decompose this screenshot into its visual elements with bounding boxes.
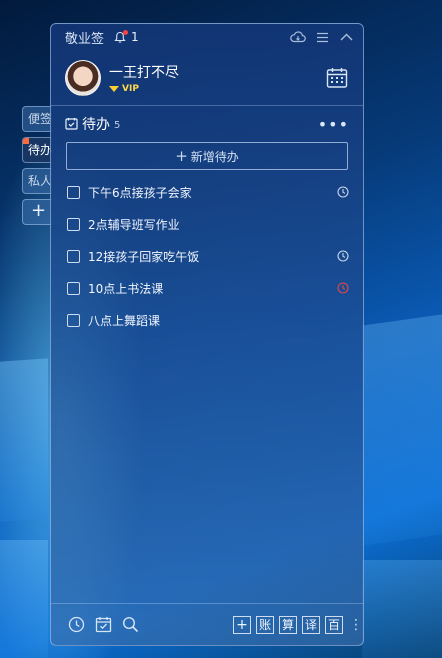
avatar[interactable]: [65, 59, 101, 96]
todo-checkbox[interactable]: [67, 313, 80, 327]
todo-checkbox[interactable]: [67, 281, 80, 295]
wallpaper-pane: [362, 560, 442, 658]
calendar-check-icon[interactable]: [94, 616, 112, 634]
footer-toolbar: + 账 算 译 百 ⋮: [51, 603, 363, 645]
todo-checkbox[interactable]: [67, 185, 80, 199]
list-item[interactable]: 下午6点接孩子会家: [51, 176, 363, 208]
sticky-note-panel: 敬业签 1 一王打不尽 VIP 待办 5 ••• + 新增待办 下午6点接孩子会…: [50, 23, 364, 646]
vip-badge[interactable]: VIP: [109, 84, 325, 94]
side-tab-private[interactable]: 私人: [22, 168, 52, 194]
bell-icon[interactable]: [114, 29, 129, 44]
calculator-tool-button[interactable]: 算: [279, 615, 297, 634]
add-todo-label: 新增待办: [190, 149, 239, 164]
wallpaper-pane: [0, 540, 48, 658]
accounting-tool-button[interactable]: 账: [256, 615, 274, 634]
todo-checkbox[interactable]: [67, 249, 80, 263]
list-item[interactable]: 12接孩子回家吃午饭: [51, 240, 363, 272]
user-row: 一王打不尽 VIP: [51, 50, 363, 106]
side-tab-notes[interactable]: 便签: [22, 106, 52, 132]
more-vertical-icon[interactable]: ⋮: [349, 618, 363, 632]
translate-tool-button[interactable]: 译: [302, 615, 320, 634]
todo-list: 下午6点接孩子会家 2点辅导班写作业 12接孩子回家吃午饭 10点上书法课 八点…: [51, 176, 363, 336]
todo-text: 下午6点接孩子会家: [88, 185, 192, 200]
notification-count: 1: [131, 30, 139, 44]
menu-icon[interactable]: [313, 28, 331, 46]
add-tool-button[interactable]: +: [233, 615, 251, 634]
notification-dot: [123, 29, 129, 35]
side-tab-add[interactable]: +: [22, 199, 52, 225]
todo-text: 八点上舞蹈课: [88, 313, 161, 328]
collapse-icon[interactable]: [337, 28, 355, 46]
checklist-icon: [65, 115, 78, 134]
list-item[interactable]: 八点上舞蹈课: [51, 304, 363, 336]
add-todo-button[interactable]: + 新增待办: [66, 142, 348, 170]
clock-icon[interactable]: [337, 186, 349, 198]
cloud-sync-icon[interactable]: [289, 28, 307, 46]
section-title: 待办: [82, 117, 110, 133]
user-name: 一王打不尽: [109, 64, 179, 81]
todo-checkbox[interactable]: [67, 217, 80, 231]
calendar-icon[interactable]: [325, 66, 349, 90]
clock-icon[interactable]: [337, 250, 349, 262]
list-item[interactable]: 2点辅导班写作业: [51, 208, 363, 240]
todo-text: 2点辅导班写作业: [88, 217, 180, 232]
clock-icon[interactable]: [67, 616, 85, 634]
section-count: 5: [114, 119, 121, 131]
plus-icon: +: [175, 147, 188, 165]
section-header: 待办 5 •••: [51, 106, 363, 142]
app-name: 敬业签: [65, 31, 105, 47]
vip-label: VIP: [122, 83, 139, 94]
side-tab-todo[interactable]: 待办: [22, 137, 52, 163]
wallpaper-pane: [362, 314, 442, 546]
todo-text: 12接孩子回家吃午饭: [88, 249, 200, 264]
todo-text: 10点上书法课: [88, 281, 164, 296]
search-icon[interactable]: [121, 616, 139, 634]
list-item[interactable]: 10点上书法课: [51, 272, 363, 304]
diamond-icon: [109, 85, 119, 92]
overdue-clock-icon[interactable]: [337, 282, 349, 294]
wallpaper-pane: [0, 358, 48, 522]
baidu-tool-button[interactable]: 百: [325, 615, 343, 634]
more-options-button[interactable]: •••: [318, 115, 349, 134]
titlebar[interactable]: 敬业签 1: [51, 24, 363, 50]
